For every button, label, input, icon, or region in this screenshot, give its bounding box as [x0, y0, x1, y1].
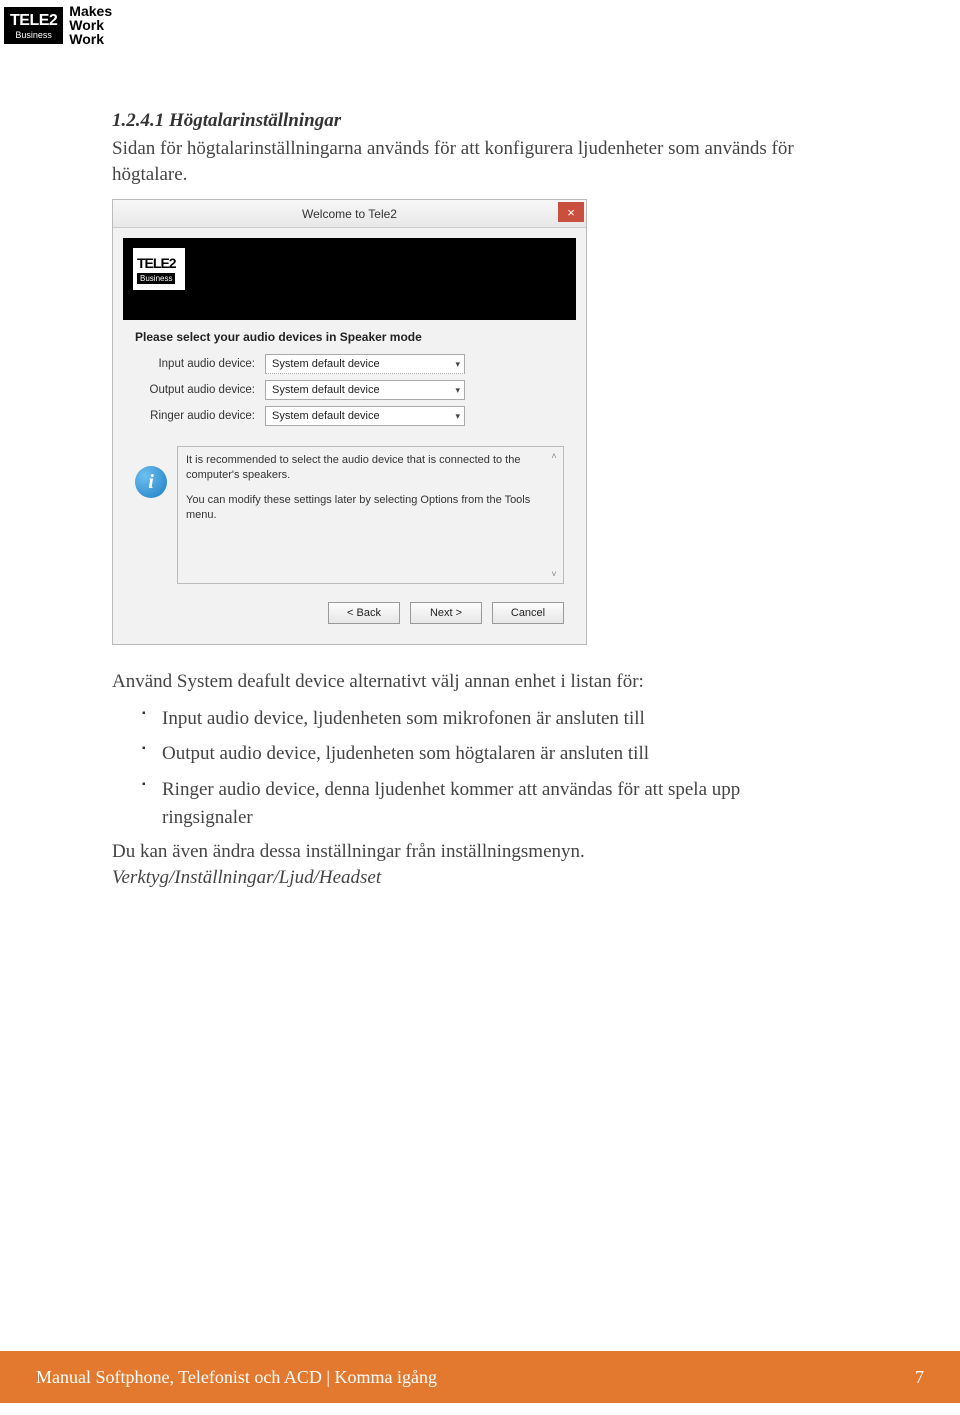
dialog-prompt: Please select your audio devices in Spea…: [135, 330, 564, 344]
chevron-down-icon: ▾: [455, 385, 460, 396]
ringer-device-label: Ringer audio device:: [135, 410, 265, 422]
section-intro: Sidan för högtalarinställningarna använd…: [112, 136, 802, 187]
chevron-down-icon: ▾: [455, 411, 460, 422]
close-button[interactable]: ×: [558, 202, 584, 222]
scroll-up-icon[interactable]: ˄: [547, 449, 561, 463]
select-value: System default device: [272, 384, 380, 396]
cancel-button[interactable]: Cancel: [492, 602, 564, 624]
section-heading: 1.2.4.1 Högtalarinställningar: [112, 110, 802, 132]
back-button[interactable]: < Back: [328, 602, 400, 624]
tagline: Makes Work Work: [69, 4, 112, 46]
logo-sub: Business: [10, 31, 57, 40]
post-dialog-text: Använd System deafult device alternativt…: [112, 669, 802, 890]
tagline-line: Makes: [69, 4, 112, 18]
bullet-list: Input audio device, ljudenheten som mikr…: [112, 705, 802, 831]
page-content: 1.2.4.1 Högtalarinställningar Sidan för …: [112, 110, 802, 900]
output-device-select[interactable]: System default device ▾: [265, 380, 465, 400]
tagline-line: Work: [69, 18, 112, 32]
dialog-title: Welcome to Tele2: [302, 207, 397, 221]
dialog-body: Please select your audio devices in Spea…: [113, 330, 586, 644]
dialog-window: Welcome to Tele2 × TELE2 Business Please…: [112, 199, 587, 645]
logo-main: TELE2: [10, 13, 57, 29]
next-button[interactable]: Next >: [410, 602, 482, 624]
info-area: i It is recommended to select the audio …: [135, 436, 564, 584]
dialog-banner-badge: TELE2 Business: [133, 248, 185, 290]
info-line: It is recommended to select the audio de…: [186, 453, 555, 483]
select-value: System default device: [272, 358, 380, 370]
form-row-input: Input audio device: System default devic…: [135, 354, 564, 374]
post-lead: Använd System deafult device alternativt…: [112, 669, 802, 695]
list-item: Output audio device, ljudenheten som hög…: [142, 740, 802, 768]
input-device-label: Input audio device:: [135, 358, 265, 370]
list-item: Input audio device, ljudenheten som mikr…: [142, 705, 802, 733]
info-line: You can modify these settings later by s…: [186, 493, 555, 523]
chevron-down-icon: ▾: [455, 359, 460, 370]
output-device-label: Output audio device:: [135, 384, 265, 396]
tagline-line: Work: [69, 32, 112, 46]
header-logo: TELE2 Business Makes Work Work: [4, 4, 112, 46]
dialog-buttons: < Back Next > Cancel: [135, 602, 564, 630]
info-icon: i: [135, 466, 167, 498]
input-device-select[interactable]: System default device ▾: [265, 354, 465, 374]
scroll-down-icon[interactable]: ˅: [547, 567, 561, 581]
badge-sub: Business: [137, 273, 175, 284]
footer-title: Manual Softphone, Telefonist och ACD | K…: [36, 1367, 437, 1388]
form-row-output: Output audio device: System default devi…: [135, 380, 564, 400]
list-item: Ringer audio device, denna ljudenhet kom…: [142, 776, 802, 831]
page-footer: Manual Softphone, Telefonist och ACD | K…: [0, 1351, 960, 1403]
footer-page-number: 7: [915, 1367, 924, 1388]
tele2-badge: TELE2 Business: [4, 7, 63, 44]
select-value: System default device: [272, 410, 380, 422]
post-outro-path: Verktyg/Inställningar/Ljud/Headset: [112, 865, 802, 891]
post-outro: Du kan även ändra dessa inställningar fr…: [112, 839, 802, 865]
form-row-ringer: Ringer audio device: System default devi…: [135, 406, 564, 426]
dialog-banner: TELE2 Business: [123, 238, 576, 320]
info-textbox: It is recommended to select the audio de…: [177, 446, 564, 584]
badge-main: TELE2: [137, 255, 176, 271]
dialog-titlebar: Welcome to Tele2 ×: [113, 200, 586, 228]
ringer-device-select[interactable]: System default device ▾: [265, 406, 465, 426]
